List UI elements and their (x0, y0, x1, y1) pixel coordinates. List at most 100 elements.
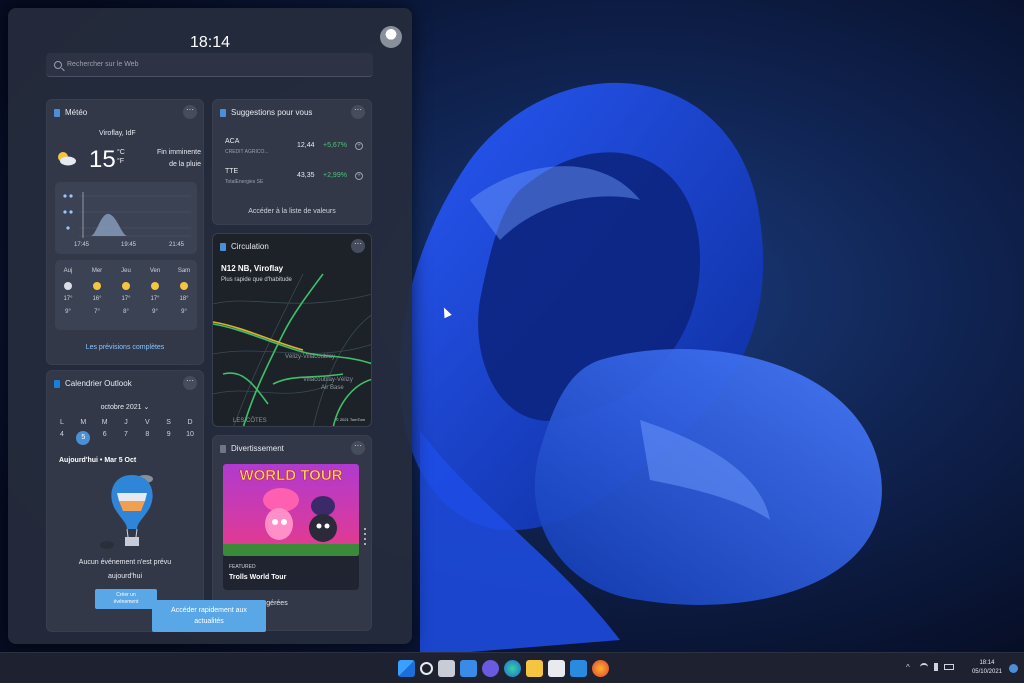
movie-poster[interactable]: WORLD TOUR (223, 464, 359, 556)
start-icon[interactable] (398, 660, 415, 677)
mail-icon[interactable] (570, 660, 587, 677)
add-stock-icon[interactable]: + (355, 172, 363, 180)
weather-condition: Fin imminente de la pluie (141, 147, 201, 171)
day-low: 9° (65, 309, 71, 315)
weather-condition-line2: de la pluie (169, 161, 201, 168)
file-explorer-icon[interactable] (526, 660, 543, 677)
forecast-day[interactable]: Auj 17° 9° (58, 268, 78, 322)
calendar-widget[interactable]: Calendrier Outlook ··· octobre 2021 ⌄ L … (46, 370, 204, 632)
weather-more-button[interactable]: ··· (183, 105, 197, 119)
day-high: 17° (63, 296, 73, 302)
carousel-dots[interactable] (364, 528, 367, 548)
forecast-day[interactable]: Ven 17° 9° (145, 268, 165, 322)
chevron-up-icon[interactable]: ^ (906, 663, 914, 672)
calendar-more-button[interactable]: ··· (183, 376, 197, 390)
poster-title-text: WORLD TOUR (239, 467, 342, 484)
day-high: 16° (92, 296, 102, 302)
no-events-line1: Aucun événement n'est prévu (78, 559, 172, 566)
forecast-day[interactable]: Mer 16° 7° (87, 268, 107, 322)
svg-text:Air Base: Air Base (321, 385, 344, 391)
system-tray: ^ (906, 663, 954, 672)
wifi-icon[interactable] (920, 663, 928, 671)
add-stock-icon[interactable]: + (355, 142, 363, 150)
create-event-button[interactable]: Créer un événement (95, 589, 157, 609)
time-tick-2: 19:45 (121, 242, 137, 248)
day-low: 9° (181, 309, 187, 315)
svg-text:Vélizy-Villacoublay: Vélizy-Villacoublay (285, 354, 335, 360)
teams-chat-icon[interactable] (482, 660, 499, 677)
calendar-date[interactable]: 9 (162, 431, 176, 445)
traffic-map[interactable]: Vélizy-Villacoublay Villacoublay-Vélizy … (213, 234, 372, 427)
calendar-date[interactable]: 8 (140, 431, 154, 445)
weather-unit-toggle[interactable]: °C °F (117, 148, 125, 166)
battery-icon[interactable] (944, 664, 954, 670)
sun-icon (93, 282, 101, 290)
stock-name: TotalEnergies SE (225, 179, 264, 185)
stocks-app-icon (220, 108, 226, 117)
entertainment-title: Divertissement (231, 444, 284, 453)
cloud-icon (64, 282, 72, 290)
calendar-date[interactable]: 6 (98, 431, 112, 445)
weather-title: Météo (65, 108, 88, 117)
calendar-date[interactable]: 7 (119, 431, 133, 445)
entertainment-more-button[interactable]: ··· (351, 441, 365, 455)
stock-list-link[interactable]: Accéder à la liste de valeurs (213, 208, 371, 215)
taskbar-apps (398, 660, 609, 677)
movie-info[interactable]: FEATURED Trolls World Tour (223, 556, 359, 590)
calendar-month-selector[interactable]: octobre 2021 ⌄ (47, 403, 203, 411)
calendar-date-today[interactable]: 5 (76, 431, 91, 445)
stock-change: +2,99% (323, 172, 347, 179)
news-tooltip[interactable]: Accéder rapidement aux actualités (152, 600, 266, 632)
search-icon (54, 60, 62, 69)
day-low: 7° (94, 309, 100, 315)
unit-celsius[interactable]: °C (117, 149, 125, 156)
stock-price: 43,35 (297, 172, 315, 179)
traffic-more-button[interactable]: ··· (351, 239, 365, 253)
volume-icon[interactable] (934, 663, 938, 671)
entertainment-app-icon (220, 444, 226, 453)
stock-symbol[interactable]: TTE (225, 168, 238, 175)
chevron-down-icon: ⌄ (143, 404, 150, 411)
sun-icon (180, 282, 188, 290)
traffic-header: Circulation (220, 242, 269, 251)
traffic-widget[interactable]: Vélizy-Villacoublay Villacoublay-Vélizy … (212, 233, 372, 427)
weather-temperature: 15 (89, 146, 116, 173)
taskbar-date: 05/10/2021 (971, 669, 1002, 675)
tooltip-line1: Accéder rapidement aux (171, 607, 247, 614)
web-search-box[interactable]: Rechercher sur le Web (46, 53, 373, 77)
stocks-more-button[interactable]: ··· (351, 105, 365, 119)
sun-icon (122, 282, 130, 290)
day-name: Mer (91, 268, 103, 274)
day-name: Ven (149, 268, 161, 274)
user-avatar[interactable] (380, 26, 402, 48)
stocks-widget[interactable]: Suggestions pour vous ··· ACA CREDIT AGR… (212, 99, 372, 225)
unit-fahrenheit[interactable]: °F (117, 158, 124, 165)
forecast-day[interactable]: Jeu 17° 8° (116, 268, 136, 322)
weather-location[interactable]: Viroflay, IdF (99, 130, 136, 137)
forecast-day[interactable]: Sam 18° 9° (174, 268, 194, 322)
search-icon[interactable] (420, 662, 433, 675)
calendar-date[interactable]: 10 (183, 431, 197, 445)
stock-symbol[interactable]: ACA (225, 138, 239, 145)
day-high: 17° (121, 296, 131, 302)
create-event-label-line1: Créer un (116, 592, 136, 598)
rain-drop-icons (63, 194, 73, 230)
calendar-date[interactable]: 4 (55, 431, 69, 445)
weekday: D (187, 419, 193, 426)
stock-price: 12,44 (297, 142, 315, 149)
stocks-header: Suggestions pour vous (220, 108, 312, 117)
stock-name: CREDIT AGRICO... (225, 149, 269, 155)
weather-widget[interactable]: Météo ··· Viroflay, IdF 15 °C °F Fin imm… (46, 99, 204, 365)
calendar-header: Calendrier Outlook (54, 379, 132, 388)
taskbar-clock[interactable]: 18:14 05/10/2021 (972, 659, 1002, 677)
notification-icon[interactable] (1009, 664, 1018, 673)
time-tick-1: 17:45 (74, 242, 90, 248)
day-low: 9° (152, 309, 158, 315)
firefox-icon[interactable] (592, 660, 609, 677)
full-forecast-link[interactable]: Les prévisions complètes (47, 344, 203, 351)
store-icon[interactable] (548, 660, 565, 677)
weekday: S (166, 419, 171, 426)
task-view-icon[interactable] (438, 660, 455, 677)
edge-icon[interactable] (504, 660, 521, 677)
widgets-icon[interactable] (460, 660, 477, 677)
